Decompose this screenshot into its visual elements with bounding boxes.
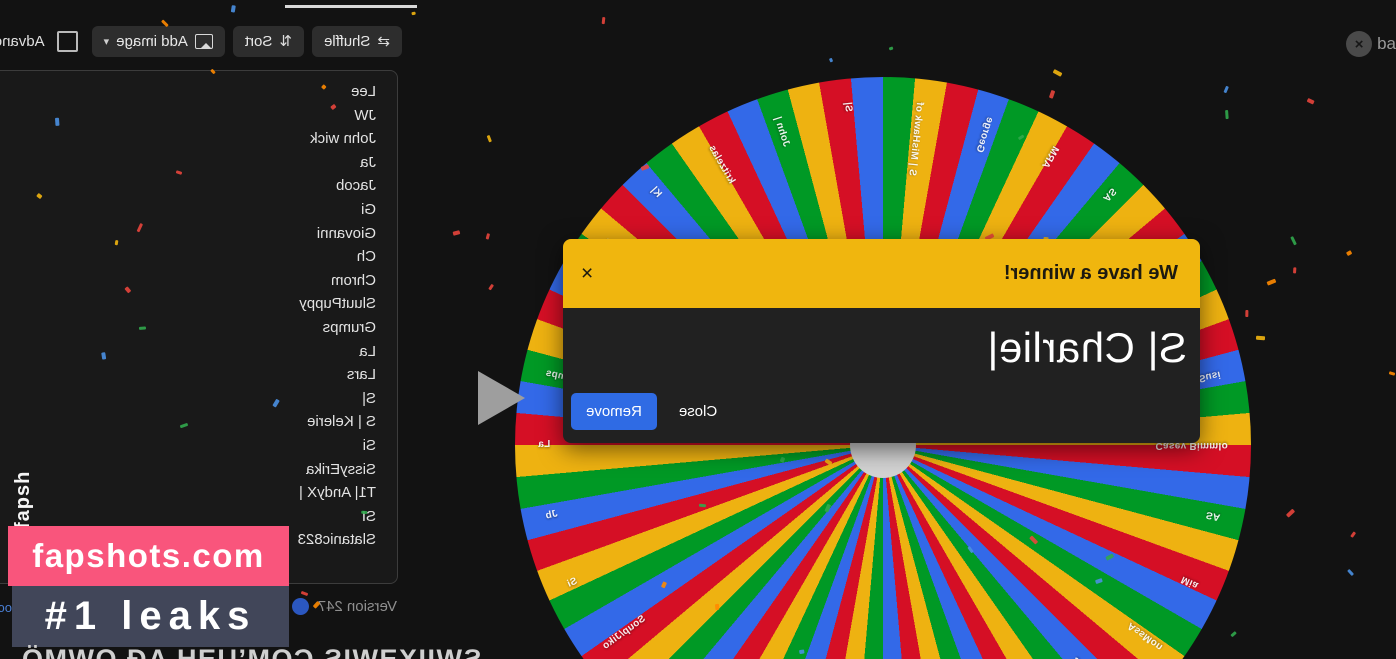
confetti-speck <box>301 591 309 596</box>
add-image-label: Add image <box>116 33 188 50</box>
sort-label: Sort <box>245 33 273 50</box>
confetti-speck <box>1256 336 1265 341</box>
wheel-pointer-icon <box>478 371 525 425</box>
close-icon[interactable]: × <box>1346 31 1372 57</box>
entry-row: La <box>0 340 376 364</box>
entry-row: Slatanic823 <box>0 528 376 552</box>
dialog-actions: Close Remove <box>571 393 729 430</box>
ad-chip-label: ba <box>1377 34 1396 54</box>
winner-dialog-title: We have a winner! <box>593 262 1178 285</box>
confetti-speck <box>488 284 493 290</box>
entry-row: SluutPuppy <box>0 292 376 316</box>
confetti-speck <box>889 46 894 50</box>
mirrored-app-layer: LaJbSiSoup/JikoSLAYA 21Slatanic823JacobJ… <box>0 0 1396 659</box>
confetti-speck <box>1290 236 1297 245</box>
confetti-speck <box>829 58 833 63</box>
shuffle-button[interactable]: ⇄ Shuffle <box>312 26 402 57</box>
confetti-speck <box>1389 371 1395 376</box>
entry-row: Jacob <box>0 174 376 198</box>
close-button[interactable]: Close <box>667 394 729 429</box>
link-fragment: oc <box>0 600 12 615</box>
winner-dialog: We have a winner! × S| Charlie| Close Re… <box>563 239 1200 443</box>
entry-row: Chrom <box>0 269 376 293</box>
sort-icon: ⇅ <box>279 34 292 49</box>
entry-row: Grumps <box>0 316 376 340</box>
confetti-speck <box>1267 279 1277 286</box>
confetti-speck <box>1231 631 1237 637</box>
confetti-speck <box>1224 85 1229 93</box>
toolbar: ⇄ Shuffle ⇅ Sort Add image ▾ Advanced <box>0 25 402 57</box>
chevron-down-icon: ▾ <box>104 35 110 48</box>
confetti-speck <box>118 593 124 599</box>
confetti-speck <box>452 230 460 236</box>
advanced-label: Advanced <box>0 33 45 50</box>
winner-dialog-header: We have a winner! × <box>563 239 1200 308</box>
advanced-checkbox[interactable] <box>57 31 78 52</box>
entry-row: Ja <box>0 151 376 175</box>
entry-row: Gi <box>0 198 376 222</box>
shuffle-label: Shuffle <box>324 33 370 50</box>
remove-button[interactable]: Remove <box>571 393 657 430</box>
confetti-speck <box>1245 310 1249 317</box>
entry-row: Ch <box>0 245 376 269</box>
tab-indicator <box>285 5 417 8</box>
confetti-speck <box>1307 98 1315 105</box>
entry-row: Si <box>0 434 376 458</box>
entry-row: T1| AndyX | <box>0 481 376 505</box>
entry-row: Giovanni <box>0 222 376 246</box>
dialog-close-icon[interactable]: × <box>581 263 593 284</box>
ad-chip: ba × <box>1346 31 1396 57</box>
entry-row: SI <box>0 505 376 529</box>
confetti-speck <box>1293 267 1296 273</box>
confetti-speck <box>411 12 416 16</box>
confetti-speck <box>602 17 606 24</box>
version-row: Version 247 <box>292 598 397 615</box>
confetti-speck <box>1350 531 1356 537</box>
version-label: Version 247 <box>318 598 397 615</box>
add-image-button[interactable]: Add image ▾ <box>92 26 225 57</box>
confetti-speck <box>486 233 491 240</box>
entry-row: JW <box>0 104 376 128</box>
entries-list[interactable]: LeeJWJohn wickJaJacobGiGiovanniChChromSl… <box>0 70 398 584</box>
confetti-speck <box>214 631 219 635</box>
entry-row: John wick <box>0 127 376 151</box>
confetti-speck <box>487 135 493 143</box>
entry-row: Lee <box>0 80 376 104</box>
shuffle-icon: ⇄ <box>377 34 390 49</box>
confetti-speck <box>1048 90 1055 99</box>
entry-row: S | Kelerie <box>0 410 376 434</box>
entry-row: S| <box>0 387 376 411</box>
confetti-speck <box>1346 250 1353 256</box>
winner-name: S| Charlie| <box>563 308 1200 372</box>
confetti-speck <box>1347 569 1354 576</box>
info-dot-icon <box>292 598 309 615</box>
confetti-speck <box>231 5 236 13</box>
confetti-speck <box>1053 69 1063 77</box>
confetti-speck <box>1286 509 1295 518</box>
app-root: LaJbSiSoup/JikoSLAYA 21Slatanic823JacobJ… <box>0 0 1396 659</box>
sort-button[interactable]: ⇅ Sort <box>233 26 304 57</box>
image-icon <box>195 34 213 49</box>
entry-row: SissyErika <box>0 458 376 482</box>
confetti-speck <box>1225 110 1228 119</box>
entry-row: Lars <box>0 363 376 387</box>
